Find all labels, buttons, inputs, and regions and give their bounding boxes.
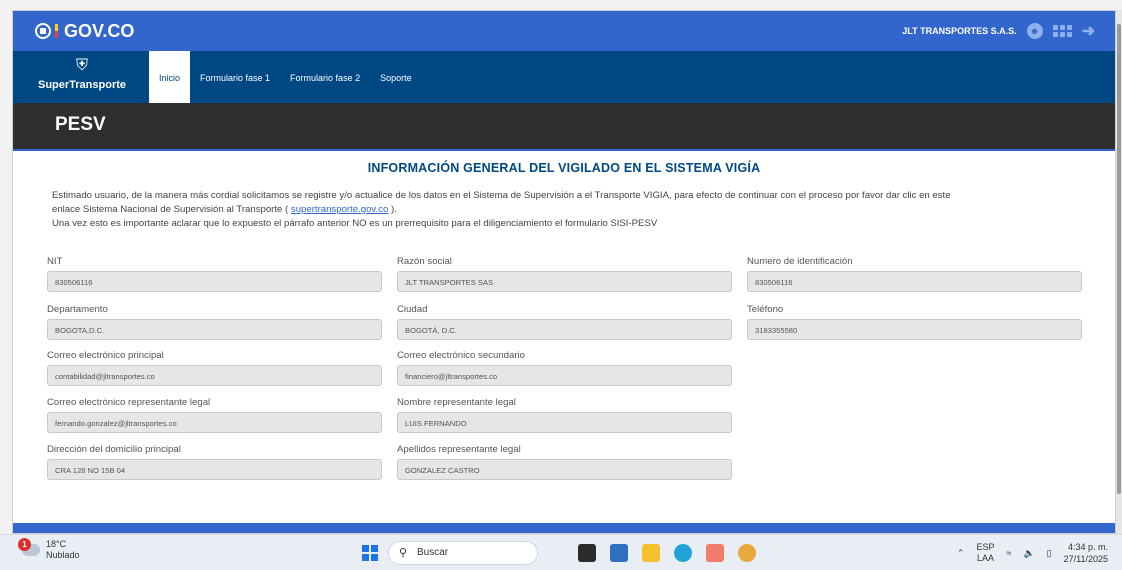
apps-grid-icon[interactable] bbox=[1052, 25, 1072, 37]
file-explorer-icon[interactable] bbox=[642, 544, 660, 562]
field-razon-social: Razón social JLT TRANSPORTES SAS bbox=[397, 256, 732, 292]
nav-tabs: Inicio Formulario fase 1 Formulario fase… bbox=[149, 51, 422, 103]
field-label: Correo electrónico secundario bbox=[397, 350, 525, 361]
gov-logo-text: GOV.CO bbox=[64, 20, 135, 41]
intro-paragraph: Estimado usuario, de la manera más cordi… bbox=[52, 189, 1092, 231]
field-correo-principal: Correo electrónico principal contabilida… bbox=[47, 350, 382, 386]
field-label: NIT bbox=[47, 256, 63, 267]
task-view-icon[interactable] bbox=[578, 544, 596, 562]
chrome-icon[interactable] bbox=[738, 544, 756, 562]
clock-time: 4:34 p. m. bbox=[1067, 542, 1108, 552]
page-title: PESV bbox=[55, 114, 106, 135]
field-label: Apellidos representante legal bbox=[397, 444, 521, 455]
user-icon[interactable]: ☻ bbox=[1026, 23, 1043, 39]
gov-logo[interactable]: GOV.CO bbox=[35, 21, 134, 42]
departamento-input[interactable]: BOGOTA,D.C. bbox=[47, 319, 382, 340]
field-label: Ciudad bbox=[397, 304, 428, 315]
footer-band bbox=[13, 523, 1115, 533]
correo-principal-input[interactable]: contabilidad@jltransportes.co bbox=[47, 365, 382, 386]
field-correo-representante: Correo electrónico representante legal f… bbox=[47, 397, 382, 433]
chevron-up-icon[interactable]: ⌃ bbox=[957, 548, 965, 559]
field-correo-secundario: Correo electrónico secundario financiero… bbox=[397, 350, 732, 386]
correo-secundario-input[interactable]: financiero@jltransportes.co bbox=[397, 365, 732, 386]
field-label: Dirección del domicilio principal bbox=[47, 444, 181, 455]
weather-text: 18°C Nublado bbox=[46, 539, 80, 561]
flag-icon bbox=[55, 24, 58, 38]
tab-inicio[interactable]: Inicio bbox=[149, 51, 191, 103]
field-apellidos-representante: Apellidos representante legal GONZALEZ C… bbox=[397, 444, 732, 480]
weather-desc: Nublado bbox=[46, 550, 80, 560]
supertransporte-logo[interactable]: ⛨ SuperTransporte bbox=[37, 57, 127, 99]
windows-start-icon[interactable] bbox=[362, 545, 378, 561]
field-numero-identificacion: Numero de identificación 830506116 bbox=[747, 256, 1082, 292]
cloud-icon: 1 bbox=[18, 538, 40, 556]
section-title: INFORMACIÓN GENERAL DEL VIGILADO EN EL S… bbox=[367, 161, 761, 175]
intro-line-3: Una vez esto es importante aclarar que l… bbox=[52, 218, 658, 229]
field-telefono: Teléfono 3183355580 bbox=[747, 304, 1082, 340]
scrollbar-thumb[interactable] bbox=[1117, 24, 1121, 494]
nit-input[interactable]: 830506116 bbox=[47, 271, 382, 292]
razon-social-input[interactable]: JLT TRANSPORTES SAS bbox=[397, 271, 732, 292]
search-icon: ⚲ bbox=[399, 547, 408, 559]
tab-soporte[interactable]: Soporte bbox=[370, 51, 422, 103]
field-direccion: Dirección del domicilio principal CRA 12… bbox=[47, 444, 382, 480]
field-ciudad: Ciudad BOGOTÁ, D.C. bbox=[397, 304, 732, 340]
system-tray: ⌃ ESP LAA ≈ 🔈 ▯ 4:34 p. m. 27/11/2025 bbox=[957, 539, 1108, 567]
divider bbox=[13, 149, 1115, 151]
page-scrollbar[interactable] bbox=[1116, 10, 1122, 534]
tab-formulario-fase-2[interactable]: Formulario fase 2 bbox=[280, 51, 370, 103]
taskbar-search-input[interactable]: ⚲ Buscar bbox=[388, 541, 538, 565]
outlook-icon[interactable] bbox=[610, 544, 628, 562]
lang-bottom: LAA bbox=[976, 553, 994, 563]
gov-header-bar: GOV.CO JLT TRANSPORTES S.A.S. ☻ ➜ bbox=[13, 11, 1115, 51]
weather-widget[interactable]: 1 18°C Nublado bbox=[18, 538, 80, 561]
battery-icon[interactable]: ▯ bbox=[1047, 548, 1052, 559]
intro-line-2-prefix: enlace Sistema Nacional de Supervisión a… bbox=[52, 204, 291, 215]
wifi-icon[interactable]: ≈ bbox=[1006, 548, 1011, 558]
field-departamento: Departamento BOGOTA,D.C. bbox=[47, 304, 382, 340]
field-label: Teléfono bbox=[747, 304, 784, 315]
supertransporte-link[interactable]: supertransporte.gov.co bbox=[291, 204, 388, 215]
field-label: Numero de identificación bbox=[747, 256, 853, 267]
search-placeholder: Buscar bbox=[417, 547, 449, 558]
field-label: Correo electrónico principal bbox=[47, 350, 164, 361]
clock-date: 27/11/2025 bbox=[1063, 554, 1108, 564]
edge-icon[interactable] bbox=[674, 544, 692, 562]
notification-badge: 1 bbox=[18, 538, 31, 551]
page-title-bar: PESV bbox=[13, 103, 1115, 149]
language-indicator[interactable]: ESP LAA bbox=[976, 542, 994, 564]
snipping-tool-icon[interactable] bbox=[706, 544, 724, 562]
ciudad-input[interactable]: BOGOTÁ, D.C. bbox=[397, 319, 732, 340]
field-nombre-representante: Nombre representante legal LUIS FERNANDO bbox=[397, 397, 732, 433]
volume-icon[interactable]: 🔈 bbox=[1023, 548, 1034, 559]
windows-taskbar: 1 18°C Nublado ⚲ Buscar ⌃ ESP LAA ≈ 🔈 ▯ … bbox=[0, 534, 1122, 570]
correo-representante-input[interactable]: fernando.gonzalez@jltransportes.co bbox=[47, 412, 382, 433]
shield-icon: ⛨ bbox=[75, 57, 88, 74]
direccion-input[interactable]: CRA 128 NO 15B 04 bbox=[47, 459, 382, 480]
nombre-representante-input[interactable]: LUIS FERNANDO bbox=[397, 412, 732, 433]
clock[interactable]: 4:34 p. m. 27/11/2025 bbox=[1064, 541, 1108, 565]
numero-identificacion-input[interactable]: 830506116 bbox=[747, 271, 1082, 292]
browser-viewport: GOV.CO JLT TRANSPORTES S.A.S. ☻ ➜ ⛨ Supe… bbox=[12, 10, 1116, 534]
main-nav: ⛨ SuperTransporte Inicio Formulario fase… bbox=[13, 51, 1115, 103]
brand-text: SuperTransporte bbox=[37, 79, 127, 91]
company-name: JLT TRANSPORTES S.A.S. bbox=[902, 26, 1017, 36]
field-label: Nombre representante legal bbox=[397, 397, 516, 408]
intro-line-2: enlace Sistema Nacional de Supervisión a… bbox=[52, 203, 1092, 217]
intro-line-2-suffix: ). bbox=[388, 204, 397, 215]
logout-icon[interactable]: ➜ bbox=[1082, 21, 1095, 41]
weather-temp: 18°C bbox=[46, 539, 67, 549]
telefono-input[interactable]: 3183355580 bbox=[747, 319, 1082, 340]
lang-top: ESP bbox=[976, 542, 995, 552]
field-label: Departamento bbox=[47, 304, 108, 315]
user-area: JLT TRANSPORTES S.A.S. ☻ ➜ bbox=[902, 11, 1095, 51]
tab-formulario-fase-1[interactable]: Formulario fase 1 bbox=[190, 51, 280, 103]
gov-seal-icon bbox=[35, 23, 51, 39]
intro-line-1: Estimado usuario, de la manera más cordi… bbox=[52, 190, 951, 201]
apellidos-representante-input[interactable]: GONZALEZ CASTRO bbox=[397, 459, 732, 480]
field-nit: NIT 830506116 bbox=[47, 256, 382, 292]
field-label: Razón social bbox=[397, 256, 452, 267]
field-label: Correo electrónico representante legal bbox=[47, 397, 211, 408]
